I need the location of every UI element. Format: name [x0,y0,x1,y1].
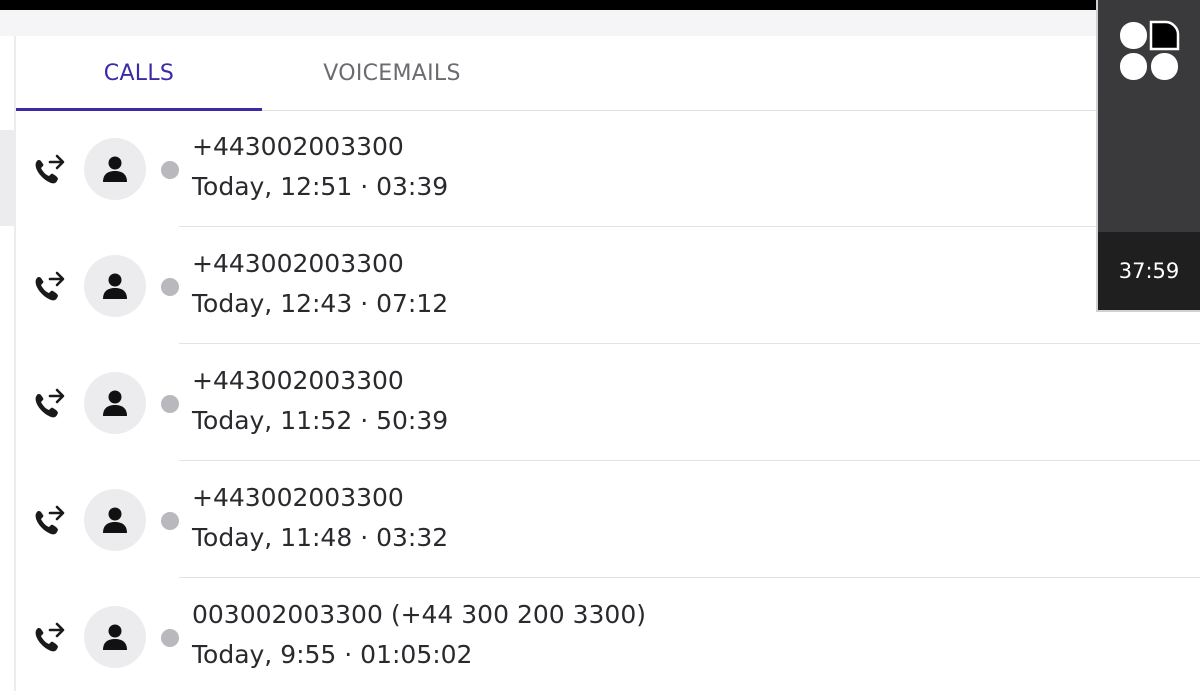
tab-calls[interactable]: CALLS [16,36,262,111]
tab-bar: CALLS VOICEMAILS [16,36,1200,111]
call-number: +443002003300 [192,249,404,278]
person-icon [103,156,127,182]
call-timer: 37:59 [1098,232,1200,310]
floating-call-widget[interactable]: 37:59 [1096,0,1200,312]
call-list: +443002003300 Today, 12:51 · 03:39 +4430… [16,110,1200,695]
outgoing-call-icon [35,622,65,652]
call-row[interactable]: 003002003300 (+44 300 200 3300) Today, 9… [16,578,1200,695]
outgoing-call-icon [35,154,65,184]
avatar [84,372,146,434]
avatar [84,255,146,317]
left-selection-highlight [0,130,14,226]
status-dot [161,278,179,296]
status-dot [161,161,179,179]
avatar [84,606,146,668]
call-time-duration: Today, 12:51 · 03:39 [192,172,449,201]
status-dot [161,629,179,647]
call-row[interactable]: +443002003300 Today, 11:52 · 50:39 [16,344,1200,461]
sub-bar [0,10,1200,36]
call-row[interactable]: +443002003300 Today, 11:48 · 03:32 [16,461,1200,578]
call-row[interactable]: +443002003300 Today, 12:43 · 07:12 [16,227,1200,344]
person-icon [103,507,127,533]
call-number: +443002003300 [192,366,404,395]
app-logo-icon[interactable] [1118,20,1180,82]
avatar [84,489,146,551]
outgoing-call-icon [35,505,65,535]
status-dot [161,512,179,530]
person-icon [103,273,127,299]
person-icon [103,390,127,416]
person-icon [103,624,127,650]
call-time-duration: Today, 11:48 · 03:32 [192,523,449,552]
outgoing-call-icon [35,271,65,301]
top-bar [0,0,1200,10]
call-number: +443002003300 [192,483,404,512]
status-dot [161,395,179,413]
call-number: 003002003300 (+44 300 200 3300) [192,600,646,629]
tab-voicemails[interactable]: VOICEMAILS [262,36,522,110]
call-number: +443002003300 [192,132,404,161]
call-time-duration: Today, 9:55 · 01:05:02 [192,640,473,669]
call-time-duration: Today, 12:43 · 07:12 [192,289,449,318]
call-row[interactable]: +443002003300 Today, 12:51 · 03:39 [16,110,1200,227]
outgoing-call-icon [35,388,65,418]
avatar [84,138,146,200]
call-time-duration: Today, 11:52 · 50:39 [192,406,449,435]
